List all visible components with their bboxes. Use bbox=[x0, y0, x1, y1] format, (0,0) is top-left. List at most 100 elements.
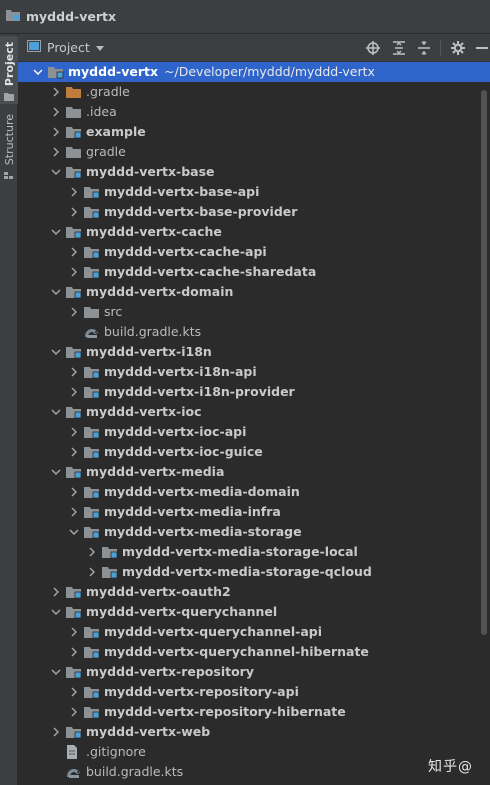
tree-row[interactable]: myddd-vertx-repository-api bbox=[18, 682, 490, 702]
project-tree[interactable]: myddd-vertx ~/Developer/myddd/myddd-vertx… bbox=[18, 62, 490, 785]
tree-item-label: myddd-vertx-ioc-api bbox=[104, 424, 247, 439]
chevron-down-icon[interactable] bbox=[32, 62, 44, 82]
chevron-right-icon[interactable] bbox=[50, 582, 62, 602]
gear-icon[interactable] bbox=[450, 40, 466, 56]
toolbar-divider bbox=[440, 40, 441, 56]
tree-row[interactable]: myddd-vertx ~/Developer/myddd/myddd-vertx bbox=[18, 62, 490, 82]
chevron-right-icon[interactable] bbox=[68, 362, 80, 382]
chevron-right-icon[interactable] bbox=[50, 722, 62, 742]
tree-item-label: myddd-vertx-cache-api bbox=[104, 244, 267, 259]
chevron-right-icon[interactable] bbox=[68, 202, 80, 222]
tree-row[interactable]: example bbox=[18, 122, 490, 142]
chevron-right-icon[interactable] bbox=[68, 642, 80, 662]
tree-row[interactable]: myddd-vertx-base-api bbox=[18, 182, 490, 202]
tree-row[interactable]: myddd-vertx-media-infra bbox=[18, 502, 490, 522]
tree-row[interactable]: myddd-vertx-base-provider bbox=[18, 202, 490, 222]
module-folder-icon bbox=[84, 705, 100, 719]
tree-row[interactable]: myddd-vertx-media-storage bbox=[18, 522, 490, 542]
tree-item-label: gradle bbox=[86, 144, 126, 159]
chevron-right-icon[interactable] bbox=[68, 482, 80, 502]
tree-item-label: myddd-vertx bbox=[68, 64, 159, 79]
tree-row[interactable]: myddd-vertx-cache bbox=[18, 222, 490, 242]
tree-row[interactable]: src bbox=[18, 302, 490, 322]
tree-row[interactable]: myddd-vertx-i18n-provider bbox=[18, 382, 490, 402]
tree-item-label: myddd-vertx-web bbox=[86, 724, 211, 739]
locate-file-icon[interactable] bbox=[365, 40, 381, 56]
project-view-icon bbox=[27, 40, 41, 55]
chevron-right-icon[interactable] bbox=[68, 442, 80, 462]
tree-row[interactable]: myddd-vertx-querychannel-api bbox=[18, 622, 490, 642]
chevron-down-icon[interactable] bbox=[50, 402, 62, 422]
tree-row[interactable]: gradle bbox=[18, 142, 490, 162]
chevron-right-icon[interactable] bbox=[68, 382, 80, 402]
chevron-down-icon[interactable] bbox=[95, 40, 104, 55]
chevron-right-icon[interactable] bbox=[68, 302, 80, 322]
chevron-right-icon[interactable] bbox=[50, 102, 62, 122]
tree-row[interactable]: myddd-vertx-web bbox=[18, 722, 490, 742]
tree-row[interactable]: myddd-vertx-repository bbox=[18, 662, 490, 682]
tree-row[interactable]: myddd-vertx-media-storage-local bbox=[18, 542, 490, 562]
tree-row[interactable]: myddd-vertx-i18n bbox=[18, 342, 490, 362]
chevron-right-icon[interactable] bbox=[50, 82, 62, 102]
module-folder-icon bbox=[102, 545, 118, 559]
chevron-down-icon[interactable] bbox=[50, 282, 62, 302]
chevron-down-icon[interactable] bbox=[50, 662, 62, 682]
tree-row[interactable]: myddd-vertx-ioc-api bbox=[18, 422, 490, 442]
tree-row[interactable]: myddd-vertx-i18n-api bbox=[18, 362, 490, 382]
tree-row[interactable]: myddd-vertx-media-storage-qcloud bbox=[18, 562, 490, 582]
module-folder-icon bbox=[66, 665, 82, 679]
module-folder-icon bbox=[84, 625, 100, 639]
project-tool-tab[interactable]: Project bbox=[0, 36, 18, 104]
chevron-right-icon[interactable] bbox=[50, 122, 62, 142]
chevron-right-icon[interactable] bbox=[86, 562, 98, 582]
tree-row[interactable]: .gitignore bbox=[18, 742, 490, 762]
chevron-right-icon[interactable] bbox=[68, 262, 80, 282]
tree-row[interactable]: myddd-vertx-cache-api bbox=[18, 242, 490, 262]
chevron-down-icon[interactable] bbox=[50, 462, 62, 482]
tree-row[interactable]: myddd-vertx-base bbox=[18, 162, 490, 182]
chevron-down-icon[interactable] bbox=[50, 342, 62, 362]
tree-item-label: myddd-vertx-ioc-guice bbox=[104, 444, 263, 459]
tree-row[interactable]: myddd-vertx-ioc-guice bbox=[18, 442, 490, 462]
chevron-down-icon[interactable] bbox=[50, 222, 62, 242]
chevron-down-icon[interactable] bbox=[50, 602, 62, 622]
hide-panel-icon[interactable] bbox=[474, 40, 490, 56]
structure-tool-tab[interactable]: Structure bbox=[0, 114, 18, 184]
chevron-right-icon[interactable] bbox=[68, 422, 80, 442]
module-folder-icon bbox=[84, 365, 100, 379]
tree-row[interactable]: myddd-vertx-repository-hibernate bbox=[18, 702, 490, 722]
chevron-right-icon[interactable] bbox=[68, 622, 80, 642]
module-folder-icon bbox=[84, 425, 100, 439]
tree-item-label: myddd-vertx-media-storage-qcloud bbox=[122, 564, 372, 579]
chevron-right-icon[interactable] bbox=[68, 702, 80, 722]
tree-row[interactable]: build.gradle.kts bbox=[18, 322, 490, 342]
module-folder-icon bbox=[84, 505, 100, 519]
chevron-right-icon[interactable] bbox=[68, 502, 80, 522]
tree-row[interactable]: myddd-vertx-media-domain bbox=[18, 482, 490, 502]
project-view-selector[interactable]: Project bbox=[47, 40, 90, 55]
module-folder-icon bbox=[84, 205, 100, 219]
expand-all-icon[interactable] bbox=[391, 40, 407, 56]
chevron-down-icon[interactable] bbox=[50, 162, 62, 182]
chevron-right-icon[interactable] bbox=[86, 542, 98, 562]
tree-row[interactable]: myddd-vertx-domain bbox=[18, 282, 490, 302]
tree-row[interactable]: myddd-vertx-cache-sharedata bbox=[18, 262, 490, 282]
tree-row[interactable]: myddd-vertx-querychannel bbox=[18, 602, 490, 622]
left-tool-strip: Project Structure bbox=[0, 34, 18, 785]
tree-row[interactable]: myddd-vertx-oauth2 bbox=[18, 582, 490, 602]
tree-scrollbar[interactable] bbox=[481, 90, 487, 635]
chevron-down-icon[interactable] bbox=[68, 522, 80, 542]
tree-row[interactable]: myddd-vertx-querychannel-hibernate bbox=[18, 642, 490, 662]
collapse-all-icon[interactable] bbox=[416, 40, 432, 56]
chevron-right-icon[interactable] bbox=[68, 682, 80, 702]
tree-row[interactable]: build.gradle.kts bbox=[18, 762, 490, 782]
chevron-right-icon[interactable] bbox=[68, 182, 80, 202]
tree-row[interactable]: myddd-vertx-media bbox=[18, 462, 490, 482]
tree-row[interactable]: myddd-vertx-ioc bbox=[18, 402, 490, 422]
tree-row[interactable]: .idea bbox=[18, 102, 490, 122]
chevron-right-icon[interactable] bbox=[50, 142, 62, 162]
chevron-right-icon[interactable] bbox=[68, 242, 80, 262]
tree-item-label: myddd-vertx-media-storage bbox=[104, 524, 302, 539]
tree-row[interactable]: .gradle bbox=[18, 82, 490, 102]
module-folder-icon bbox=[66, 605, 82, 619]
